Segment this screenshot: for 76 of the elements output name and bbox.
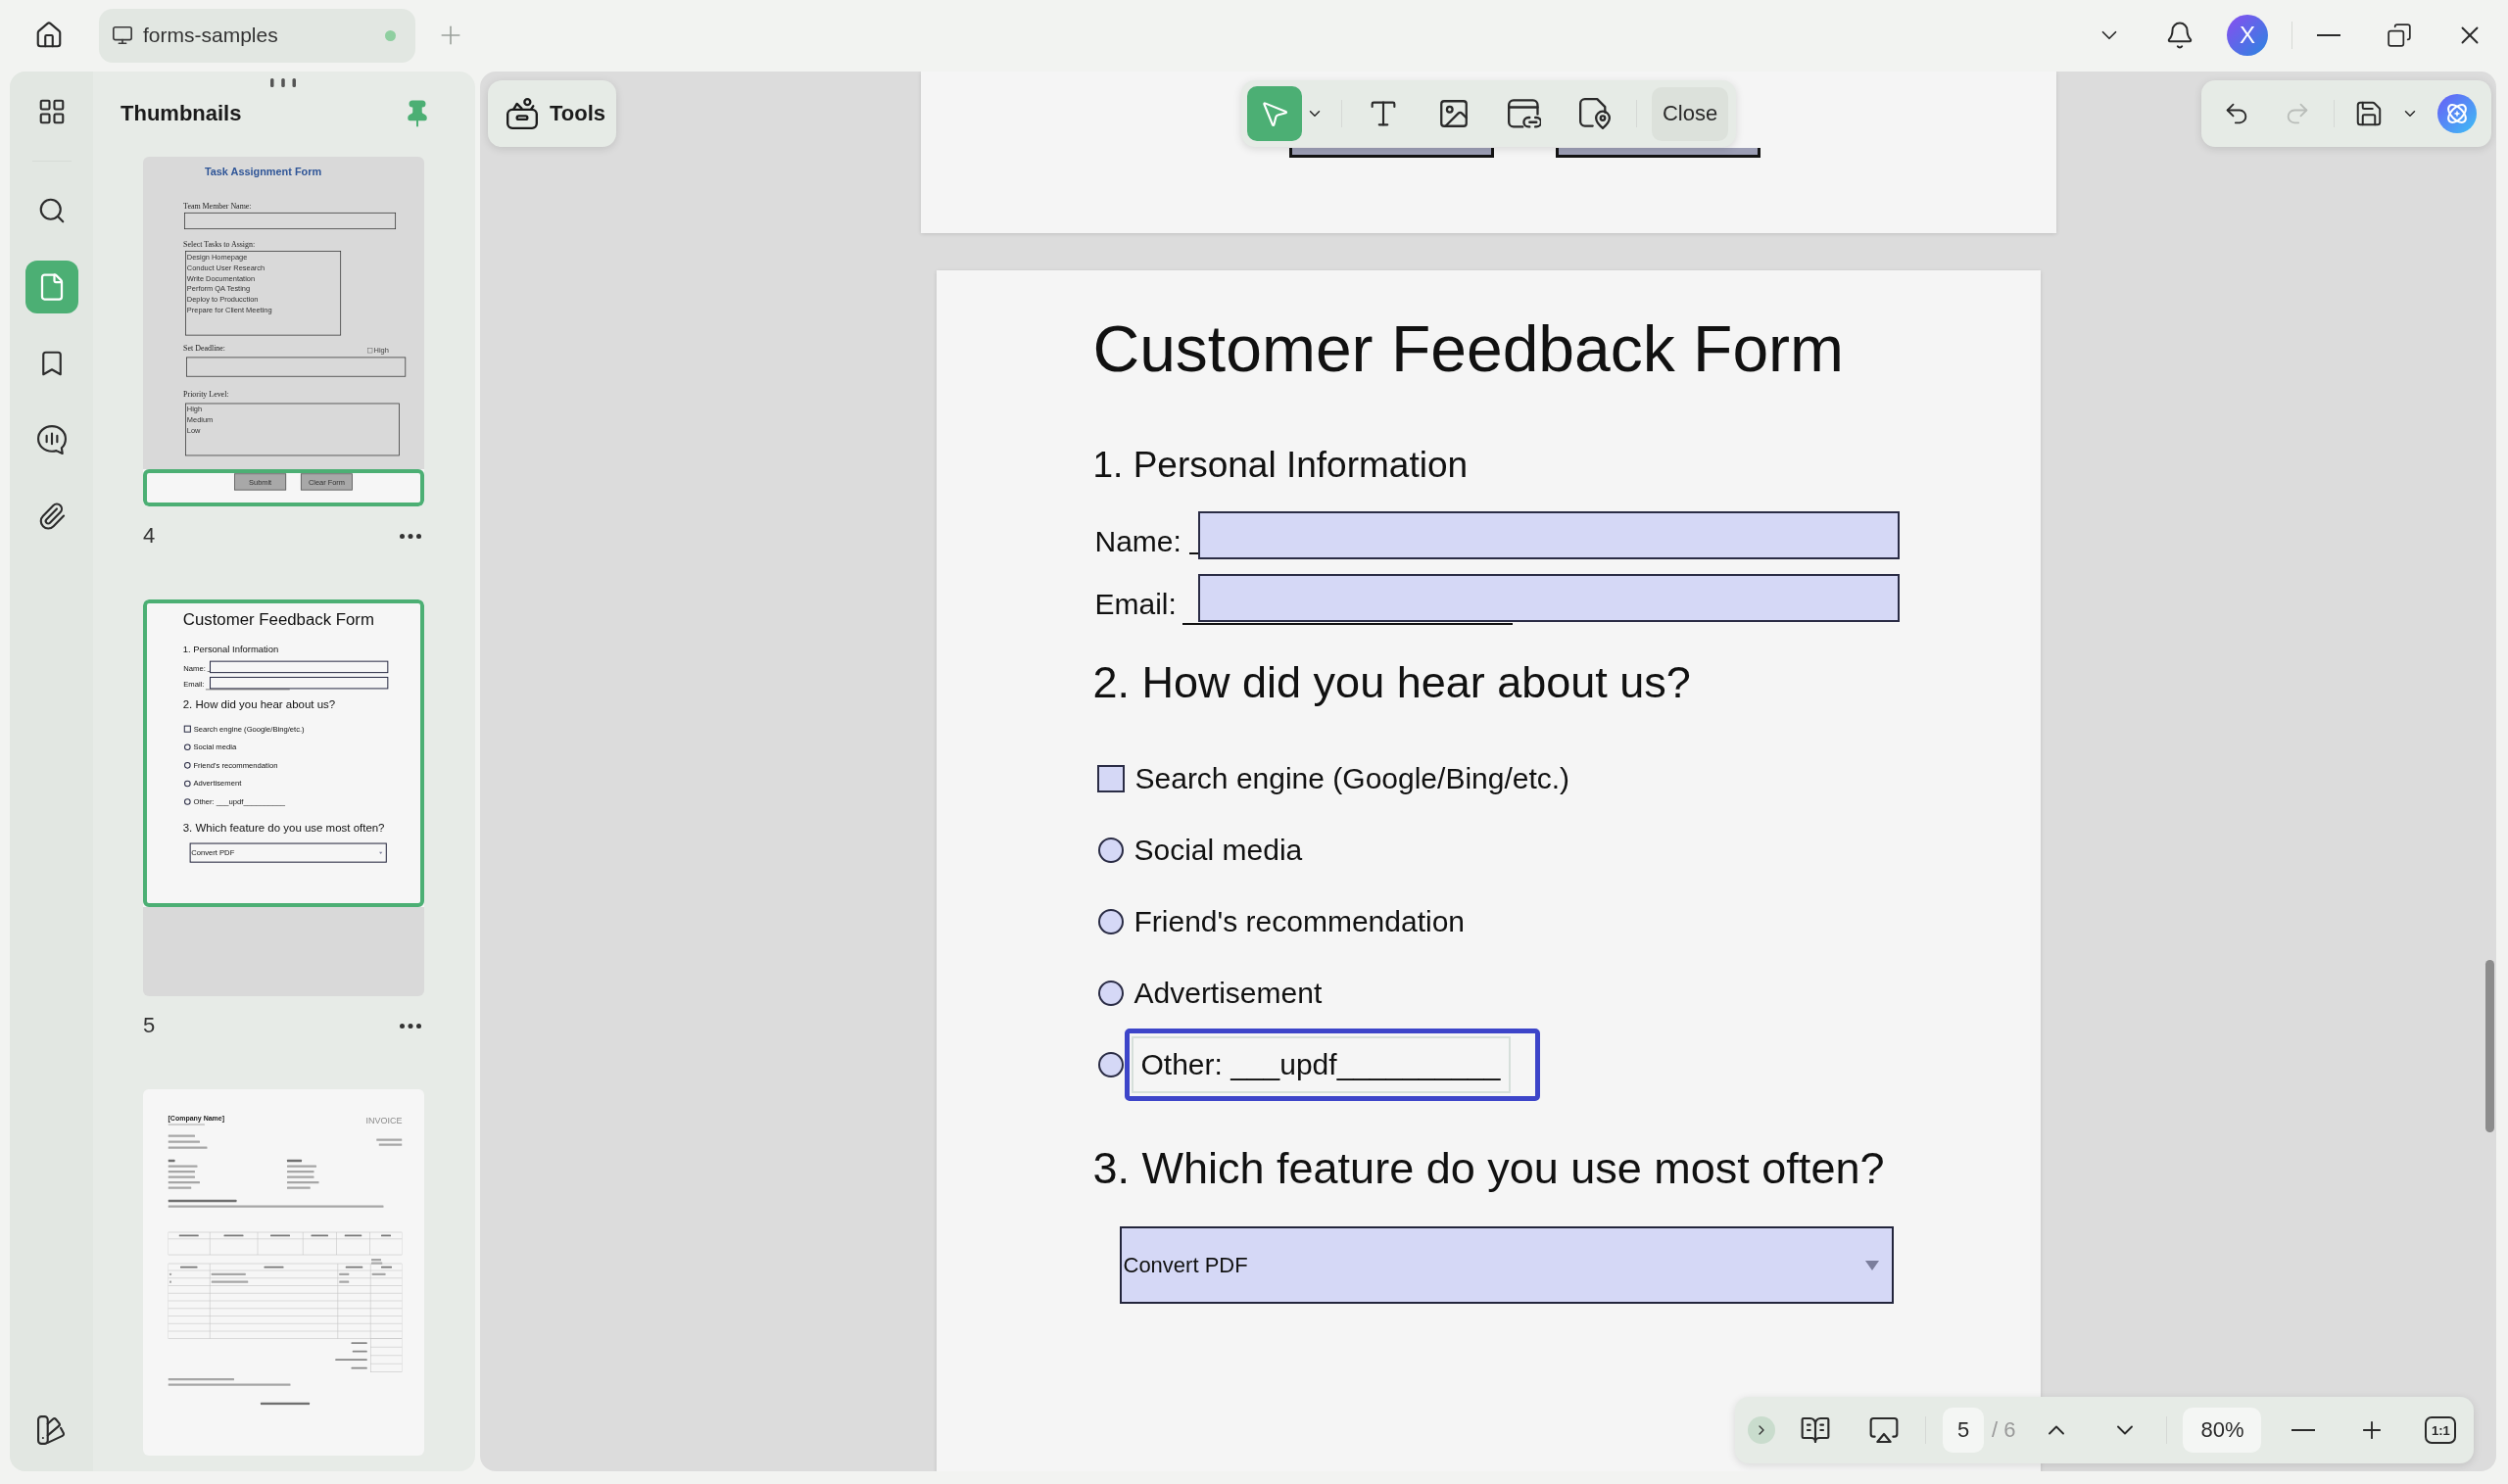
page-number-field[interactable]: 5 — [1943, 1408, 1984, 1453]
tools-button[interactable]: Tools — [488, 80, 616, 147]
radio-button[interactable] — [1097, 1052, 1124, 1077]
section-heading: 3. Which feature do you use most often? — [1092, 1142, 1885, 1195]
text-field[interactable] — [1197, 511, 1900, 559]
home-icon — [34, 21, 64, 50]
actual-size-button[interactable]: 1:1 — [2425, 1416, 2457, 1444]
radio-button[interactable] — [184, 762, 191, 769]
expand-button[interactable] — [1748, 1416, 1775, 1444]
text-field[interactable] — [1197, 574, 1900, 622]
chat-bubble-icon — [36, 425, 67, 455]
text-field[interactable]: Other: ___updf__________ — [1131, 1036, 1511, 1093]
monitor-icon — [112, 24, 133, 46]
more-icon — [400, 533, 421, 539]
select-tool-button[interactable] — [1247, 86, 1302, 141]
option-label: Search engine (Google/Bing/etc.) — [1134, 761, 1570, 796]
radio-button[interactable] — [1097, 909, 1124, 934]
drag-handle-icon[interactable] — [270, 78, 296, 87]
checkbox[interactable] — [183, 725, 191, 733]
book-icon — [1800, 1414, 1831, 1446]
selection-frame[interactable]: Other: ___updf__________ — [1124, 1029, 1540, 1101]
toolbox-icon — [506, 98, 538, 129]
form-button[interactable] — [1555, 148, 1760, 158]
bell-icon — [2165, 21, 2194, 50]
form-button[interactable] — [1288, 148, 1494, 158]
document-tab[interactable]: forms-samples — [99, 8, 415, 63]
radio-button[interactable] — [184, 743, 191, 751]
section-heading: 1. Personal Information — [182, 643, 279, 655]
form-title: Task Assignment Form — [204, 164, 322, 179]
more-icon — [400, 1023, 421, 1029]
option-label: Social media — [1133, 833, 1303, 868]
restore-icon — [2387, 23, 2412, 48]
minimize-icon — [2317, 34, 2340, 36]
page-total: / 6 — [1992, 1417, 2016, 1443]
dropdown[interactable]: Convert PDF — [1119, 1226, 1894, 1304]
field-label: Name: — [1093, 524, 1182, 559]
checkbox[interactable] — [1096, 765, 1125, 792]
section-heading: 1. Personal Information — [1092, 444, 1469, 487]
section-heading: 2. How did you hear about us? — [1092, 656, 1691, 709]
image-icon — [1437, 97, 1471, 130]
radio-button[interactable] — [1097, 981, 1124, 1006]
close-button[interactable]: Close — [1652, 86, 1728, 141]
page-thumbnail[interactable] — [143, 157, 424, 506]
option-label: Friend's recommendation — [1133, 904, 1466, 939]
link-icon — [1508, 98, 1541, 129]
radio-button[interactable] — [184, 798, 191, 805]
invoice-heading: INVOICE — [365, 1116, 403, 1125]
account-avatar[interactable]: X — [2227, 15, 2268, 56]
caret-icon — [378, 851, 383, 854]
map-pin-icon — [1579, 98, 1611, 129]
section-heading: 3. Which feature do you use most often? — [182, 821, 385, 836]
scrollbar-thumb[interactable] — [2485, 960, 2494, 1132]
color-swatches-icon — [36, 1415, 67, 1445]
page-thumbnail[interactable] — [143, 599, 424, 996]
page-number: 4 — [143, 523, 156, 549]
minus-icon — [2291, 1429, 2316, 1431]
section-heading: 2. How did you hear about us? — [182, 697, 336, 712]
radio-button[interactable] — [184, 780, 191, 788]
screen-icon — [1868, 1414, 1900, 1446]
assistant-logo-icon — [2437, 94, 2477, 133]
page-number: 5 — [143, 1013, 156, 1038]
thumbnails-tab[interactable] — [24, 261, 78, 313]
field-label: Email: — [1093, 587, 1177, 622]
form-title: Customer Feedback Form — [1092, 311, 1845, 387]
save-icon — [2354, 99, 2384, 128]
option-label: Advertisement — [1133, 976, 1323, 1011]
zoom-field[interactable]: 80% — [2183, 1408, 2262, 1453]
text-field[interactable] — [210, 660, 389, 674]
radio-button[interactable] — [1097, 838, 1124, 863]
form-title: Customer Feedback Form — [182, 609, 374, 630]
tab-title: forms-samples — [143, 24, 278, 47]
caret-icon — [1864, 1260, 1879, 1270]
assistant-button[interactable] — [2437, 92, 2477, 135]
text-field[interactable] — [210, 676, 389, 690]
panel-title: Thumbnails — [121, 101, 242, 126]
text-line-drawing — [168, 1124, 205, 1126]
